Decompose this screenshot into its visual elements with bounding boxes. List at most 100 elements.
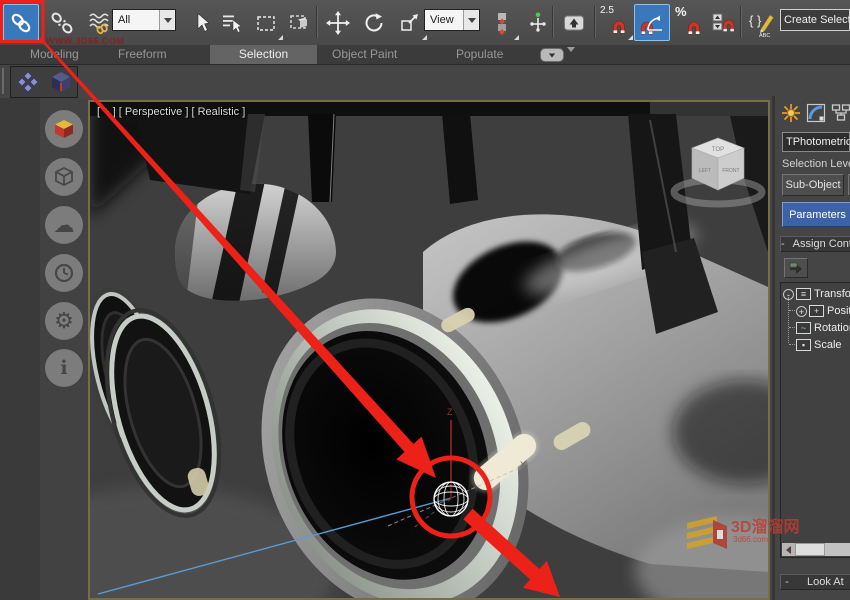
modify-tab[interactable] [805,102,827,124]
percent-snap-toggle-button[interactable]: % [672,4,708,41]
look-at-rollout-header[interactable]: - Look At [780,574,850,590]
sidebar-item-cloud[interactable]: ☁ [45,206,83,244]
ribbon-tab-populate[interactable]: Populate [456,45,503,64]
assign-rollout-title: Assign Controller [785,238,850,250]
parameters-button[interactable]: Parameters [782,202,850,227]
edit-named-selection-sets-button[interactable]: { } ABC [744,4,780,41]
ribbon-tab-freeform[interactable]: Freeform [118,45,167,64]
ribbon-tab-selection[interactable]: Selection [210,45,317,64]
flyout-corner [514,35,519,40]
tree-dotted-stub [789,327,795,329]
left-sidebar: ☁ ⚙ i [0,98,88,600]
space-warp-waves-icon [87,10,113,36]
sidebar-item-3dsmax-home[interactable] [45,110,83,148]
rotate-circle-icon [361,10,387,36]
selection-filter-value: All [113,14,159,26]
manipulate-cross-icon [525,10,551,36]
cube-icon [52,165,76,189]
position-controller-icon: + [809,305,824,317]
tree-item-transform[interactable]: - ≡ Transform [783,286,850,302]
select-and-rotate-button[interactable] [356,4,392,41]
ribbon-tab-bar: Modeling Freeform Selection Object Paint… [0,45,850,65]
sidebar-item-settings[interactable]: ⚙ [45,302,83,340]
perspective-viewport[interactable]: [ + ] [ Perspective ] [ Realistic ] [88,100,770,600]
down-triangle-icon [549,53,555,57]
ribbon-tab-object-paint[interactable]: Object Paint [332,45,397,64]
rotation-controller-icon: ~ [796,322,811,334]
rectangular-selection-region-button[interactable] [248,4,284,41]
sub-object-button[interactable]: Sub-Object [782,174,844,196]
selection-level-label: Selection Level: [782,158,850,170]
info-icon: i [60,359,67,378]
select-and-link-button[interactable] [3,4,39,41]
hierarchy-tab[interactable] [830,102,850,124]
ribbon-tab-modeling[interactable]: Modeling [30,45,79,64]
tree-item-label: Transform [814,288,850,300]
selection-filter-dropdown[interactable]: All [112,9,176,31]
select-and-manipulate-button[interactable] [520,4,556,41]
cloud-icon: ☁ [54,215,75,236]
assign-controller-rollout-header[interactable]: - Assign Controller [780,236,850,252]
window-crossing-toggle-button[interactable] [282,4,318,41]
max-cube-icon[interactable] [49,70,73,94]
angle-snap-toggle-button[interactable] [634,4,670,41]
use-pivot-point-center-button[interactable] [484,4,520,41]
max-logo-icon [52,117,76,141]
percent-label: % [675,4,687,19]
pivot-center-icon [489,10,515,36]
tree-item-position[interactable]: + + Position [789,303,850,319]
scale-controller-icon: ▪ [796,339,811,351]
main-toolbar: All View 2.5 [0,0,850,46]
assign-controller-button[interactable] [784,258,808,278]
scale-box-arrow-icon [397,10,423,36]
create-tab[interactable] [780,102,802,124]
angle-magnet-icon [638,9,666,37]
select-and-move-button[interactable] [320,4,356,41]
viewport-label[interactable]: [ + ] [ Perspective ] [ Realistic ] [97,106,245,118]
select-and-scale-button[interactable] [392,4,428,41]
tree-item-label: Position [827,305,850,317]
toolbar-separator [594,6,596,38]
watermark-logo-text: 3D溜溜网 [731,513,799,537]
watermark-logo-subtext: 3d66.com [733,535,768,544]
viewcube-front-label[interactable]: FRONT [722,168,739,174]
ribbon-overflow-button[interactable] [540,48,564,62]
gear-icon: ⚙ [54,310,74,332]
viewport-layout-toolbar [10,66,78,98]
axis-x-label: X [520,460,526,470]
viewcube-top-label[interactable]: TOP [712,147,724,153]
object-name-field[interactable]: TPhotometric [782,132,850,152]
toolbar-separator [552,6,554,38]
snaps-toggle-button[interactable]: 2.5 [598,4,634,41]
select-by-name-button[interactable] [214,4,250,41]
dropdown-chevron-icon [463,10,479,30]
viewport-canvas[interactable]: TOP LEFT FRONT Z X [90,102,768,598]
grid-diamonds-icon[interactable] [16,70,40,94]
collapse-toggle-icon[interactable]: - [783,289,794,300]
spinner-magnet-icon [709,10,735,36]
viewcube-left-label[interactable]: LEFT [699,168,711,174]
expand-toggle-icon[interactable]: + [796,306,807,317]
up-arrow-key-icon [561,10,587,36]
secondary-toolbar [0,64,850,98]
dropdown-chevron-icon [159,10,175,30]
watermark-url-text: WWW.3D66.COM [46,36,125,46]
light-burst-icon [781,103,801,123]
crossing-cube-icon [287,10,313,36]
sidebar-item-history[interactable] [45,254,83,292]
list-cursor-icon [219,10,245,36]
tree-item-rotation[interactable]: ~ Rotation [789,320,850,336]
spinner-snap-toggle-button[interactable] [704,4,740,41]
light-gizmo-sphere[interactable] [434,482,468,516]
tree-item-label: Rotation [814,322,850,334]
tree-dotted-stub [789,310,795,312]
sidebar-item-objects[interactable] [45,158,83,196]
cursor-icon [189,10,215,36]
sidebar-item-info[interactable]: i [45,349,83,387]
tree-item-scale[interactable]: ▪ Scale [789,337,842,353]
toolbar-separator [316,6,318,38]
keyboard-shortcut-override-button[interactable] [556,4,592,41]
create-selection-set-input[interactable]: Create Selection Se [780,9,850,31]
move-arrows-icon [325,10,351,36]
reference-coordinate-dropdown[interactable]: View [424,9,480,31]
